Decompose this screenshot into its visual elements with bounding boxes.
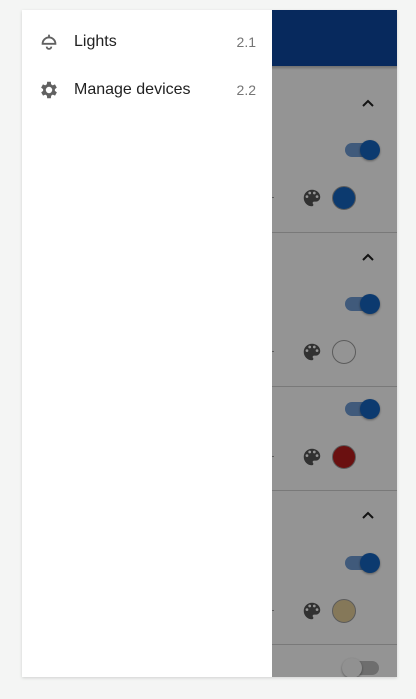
drawer-item-manage-devices[interactable]: Manage devices 2.2 [22,66,272,114]
drawer-item-lights[interactable]: Lights 2.1 [22,18,272,66]
gear-icon [41,81,57,99]
drawer-item-label: Manage devices [74,81,191,98]
ceiling-light-icon [41,34,57,50]
device-screen: Lights 2.1 Manage devices 2.2 [22,10,397,677]
drawer-item-label: Lights [74,33,117,50]
drawer-item-version: 2.2 [236,82,256,98]
navigation-drawer: Lights 2.1 Manage devices 2.2 [22,10,272,677]
drawer-item-version: 2.1 [236,34,256,50]
